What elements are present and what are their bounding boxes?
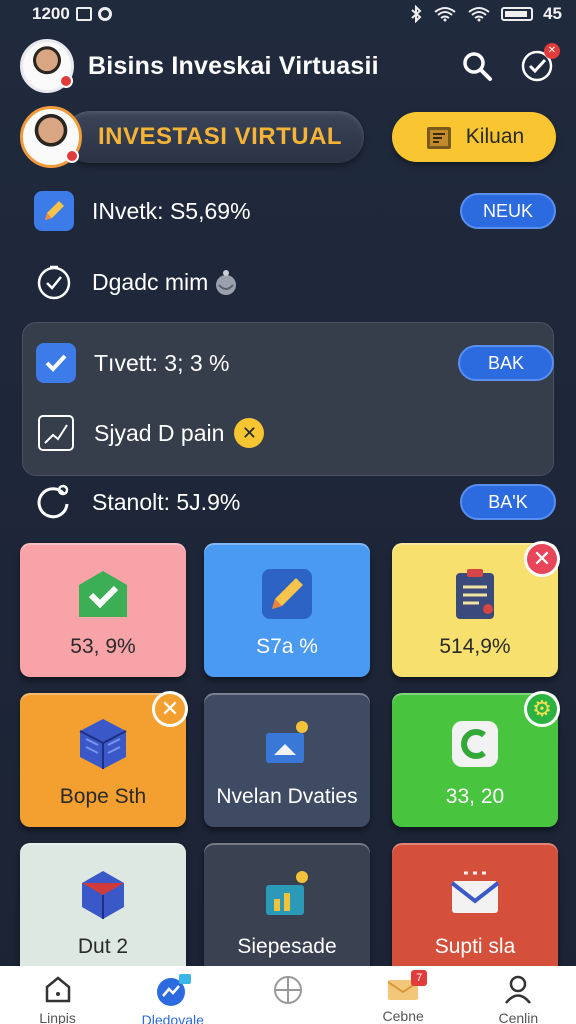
search-button[interactable] xyxy=(458,47,496,85)
nav-item-cebne[interactable]: 7 Cebne xyxy=(353,970,453,1022)
list-row-sjyad: Sjyad D pain ✕ xyxy=(36,411,554,455)
banner-avatar[interactable] xyxy=(20,106,82,168)
nav-label: Cebne xyxy=(382,1008,424,1022)
envelope-check-icon xyxy=(79,571,127,617)
tasks-button[interactable]: ✕ xyxy=(518,43,560,85)
box-icon xyxy=(426,127,451,149)
tile-house-chart[interactable]: Nvelan Dvaties xyxy=(204,693,370,827)
tile-label: Nvelan Dvaties xyxy=(216,785,358,808)
nav-item-home[interactable]: Linpis xyxy=(8,974,108,1024)
box-icon xyxy=(82,871,124,919)
tile-settings-badge[interactable]: ⚙ xyxy=(524,691,560,727)
profile-avatar[interactable] xyxy=(20,39,74,93)
edit-icon xyxy=(34,191,74,231)
tile-label: Supti sla xyxy=(434,935,516,958)
chart-card-icon xyxy=(38,415,74,451)
pencil-icon xyxy=(262,569,312,619)
bar-chart-icon xyxy=(266,871,308,915)
house-chart-icon xyxy=(266,721,308,763)
clipboard-icon xyxy=(456,569,494,619)
tile-label: 33, 20 xyxy=(445,785,505,808)
tile-close-badge[interactable]: ✕ xyxy=(524,541,560,577)
tile-bar-chart[interactable]: Siepesade xyxy=(204,843,370,977)
bottom-nav: Linpis Dledovale 7 Cebne Cenlin xyxy=(0,966,576,1024)
app-header: Bisins Inveskai Virtuasii ✕ xyxy=(0,36,576,96)
globe-icon xyxy=(273,976,302,1004)
kiluan-button[interactable]: Kiluan xyxy=(392,112,556,162)
tile-envelope-check[interactable]: 53, 9% xyxy=(20,543,186,677)
notification-icon xyxy=(75,7,92,21)
status-time: 1200 xyxy=(32,4,70,23)
signal-icon xyxy=(434,7,456,22)
home-icon xyxy=(45,976,70,1003)
tile-cube[interactable]: Bope Sth ✕ xyxy=(20,691,188,827)
tile-box[interactable]: Dut 2 xyxy=(20,843,186,977)
battery-icon xyxy=(501,7,534,21)
tile-close-badge[interactable]: ✕ xyxy=(152,691,188,727)
page-title: Bisins Inveskai Virtuasii xyxy=(88,51,379,80)
row-label: Tıvett: 3; 3 % xyxy=(94,349,230,376)
tile-mail[interactable]: Supti sla xyxy=(392,843,558,977)
refresh-icon xyxy=(37,484,69,519)
tile-label: Siepesade xyxy=(237,935,337,958)
wifi-icon xyxy=(468,7,490,22)
nav-item-dledovale[interactable]: Dledovale xyxy=(123,974,223,1024)
banner-row: INVESTASI VIRTUAL Kiluan xyxy=(20,104,556,170)
row-label: INvetk: S5,69% xyxy=(92,197,251,224)
row-label: Sjyad D pain xyxy=(94,419,225,446)
tile-refresh[interactable]: 33, 20 ⚙ xyxy=(392,691,560,827)
checkbox-icon[interactable] xyxy=(36,343,76,383)
status-bar: 1200 45 xyxy=(0,0,576,28)
bak-button-2[interactable]: BA'K xyxy=(460,484,556,520)
nav-label: Dledovale xyxy=(141,1012,204,1024)
tile-label: Dut 2 xyxy=(77,935,129,958)
list-row-tivett: Tıvett: 3; 3 % BAK xyxy=(36,341,554,385)
bluetooth-icon xyxy=(411,5,422,23)
nav-label: Linpis xyxy=(39,1010,76,1024)
nav-item-cenlin[interactable]: Cenlin xyxy=(468,974,568,1024)
timer-icon xyxy=(37,265,71,300)
list-row-invest: INvetk: S5,69% NEUK xyxy=(34,189,556,233)
nav-item-globe[interactable] xyxy=(238,974,338,1024)
tile-label: 514,9% xyxy=(439,635,511,658)
tile-label: Bope Sth xyxy=(59,785,147,808)
neuk-button[interactable]: NEUK xyxy=(460,193,556,229)
investasi-virtual-banner[interactable]: INVESTASI VIRTUAL xyxy=(64,111,364,163)
tile-pencil[interactable]: S7a % xyxy=(204,543,370,677)
battery-level: 45 xyxy=(543,4,562,23)
tile-clipboard[interactable]: 514,9% ✕ xyxy=(392,541,560,677)
user-icon xyxy=(505,975,532,1004)
chart-bubble-icon xyxy=(156,974,191,1006)
nav-label: Cenlin xyxy=(498,1010,539,1024)
search-icon xyxy=(463,52,492,81)
tile-label: S7a % xyxy=(256,635,318,658)
sync-icon xyxy=(97,7,112,21)
cube-icon xyxy=(79,719,127,769)
bell-icon xyxy=(216,270,237,295)
list-row-stanolt: Stanolt: 5J.9% BA'K xyxy=(34,480,556,524)
kiluan-label: Kiluan xyxy=(465,125,525,148)
nav-badge: 7 xyxy=(411,970,428,986)
banner-avatar-badge xyxy=(65,149,79,163)
list-row-dgadc: Dgadc mim xyxy=(34,260,556,304)
row-label: Dgadc mim xyxy=(92,268,209,295)
bak-button[interactable]: BAK xyxy=(458,345,554,381)
avatar-status-badge xyxy=(59,74,73,88)
row-label: Stanolt: 5J.9% xyxy=(92,488,241,515)
app-root: 1200 45 Bisins Inveskai Virtuasii ✕ INVE… xyxy=(0,0,576,1024)
close-badge-icon[interactable]: ✕ xyxy=(234,418,265,448)
tasks-badge: ✕ xyxy=(544,43,560,59)
refresh-icon xyxy=(452,721,498,767)
tile-label: 53, 9% xyxy=(70,635,136,658)
mail-icon xyxy=(450,871,500,913)
